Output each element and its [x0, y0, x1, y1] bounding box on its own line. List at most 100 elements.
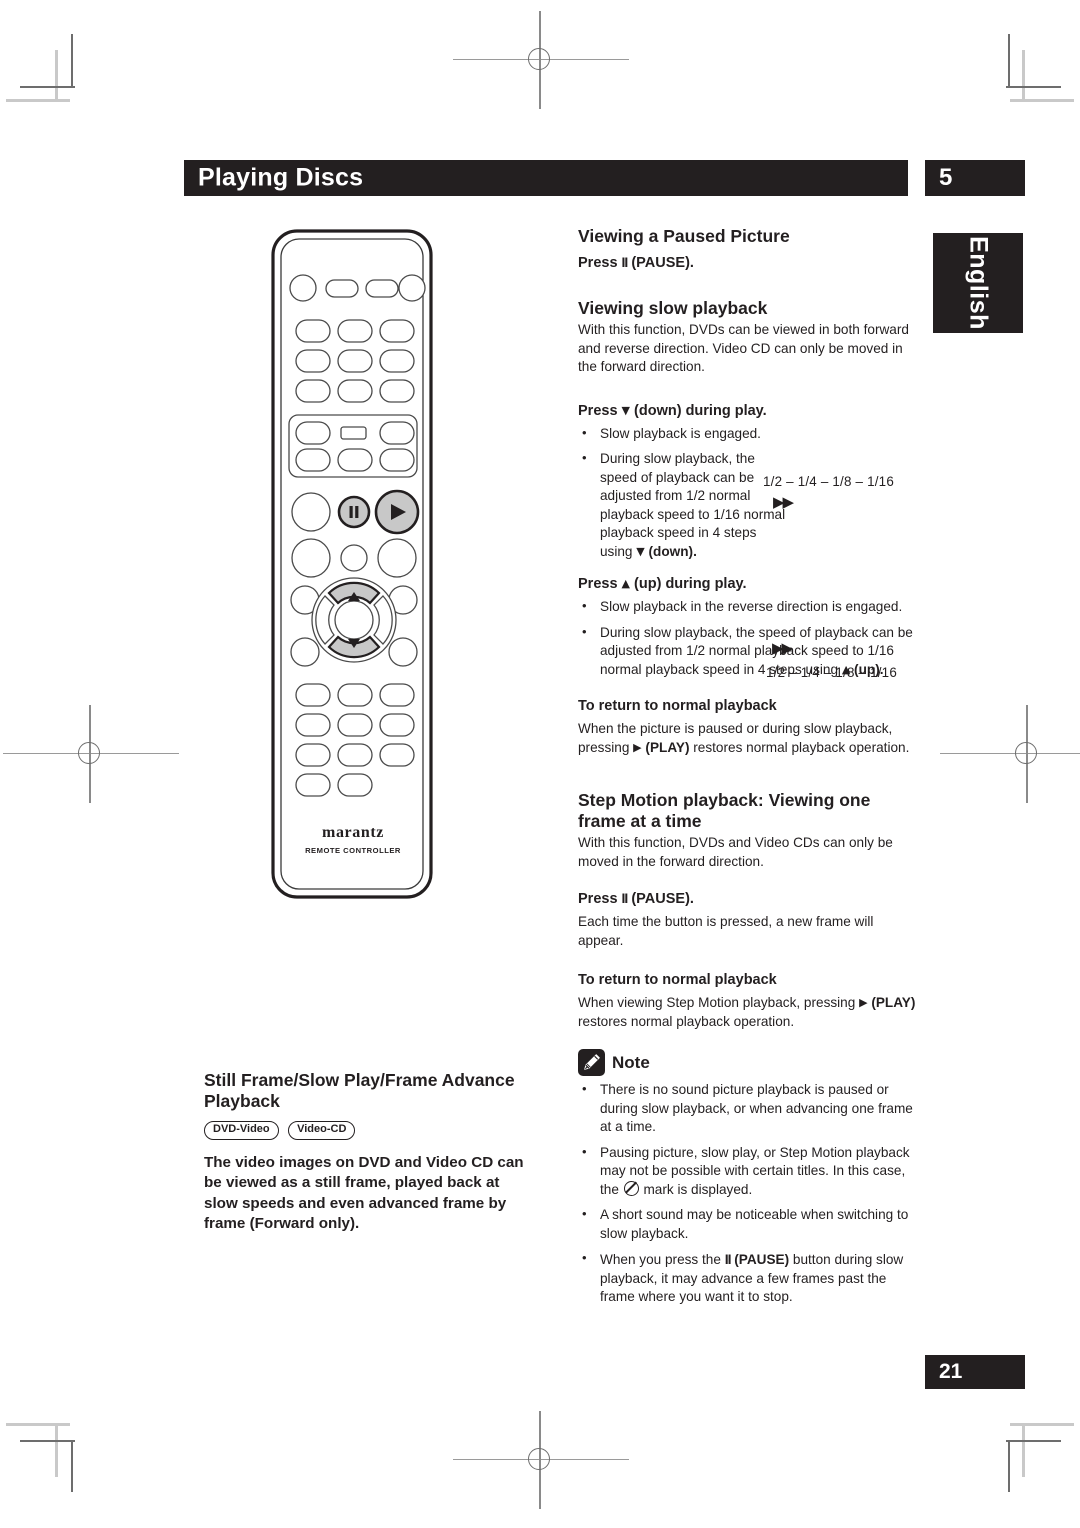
list-item: There is no sound picture playback is pa…	[578, 1080, 918, 1136]
return-normal-1-text-c: restores normal playback operation.	[689, 739, 910, 755]
fast-forward-arrows-down: ▶▶	[773, 493, 794, 511]
crop-mark-bottom-right-h	[1010, 1423, 1074, 1426]
return-normal-2-text-a: When viewing Step Motion playback, press…	[578, 995, 860, 1011]
remote-control-illustration: marantz REMOTE CONTROLLER	[270, 228, 436, 900]
down-bullet-2-text-a: During slow playback, the speed of playb…	[600, 451, 786, 559]
still-frame-title-line1: Still Frame/Slow Play/Frame Advance	[204, 1070, 515, 1090]
press-down-suffix: (down) during play.	[630, 402, 767, 419]
press-down-heading: Press ▼ (down) during play.	[578, 402, 918, 420]
page-title: Playing Discs	[198, 163, 364, 192]
press-up-heading: Press ▲ (up) during play.	[578, 575, 918, 593]
step-motion-press-body: Each time the button is pressed, a new f…	[578, 914, 874, 948]
disc-type-badges: DVD-Video Video-CD	[204, 1119, 534, 1140]
press-down-bullets: Slow playback is engaged. During slow pl…	[578, 424, 918, 561]
note-bullet-4-text-a: When you press the	[600, 1252, 725, 1268]
trim-mark-bottom-right-h	[1006, 1440, 1061, 1442]
step-motion-body: With this function, DVDs and Video CDs c…	[578, 835, 893, 869]
triangle-down-icon: ▼	[621, 403, 631, 417]
step-motion-heading: Step Motion playback: Viewing one frame …	[578, 790, 918, 832]
press-label: Press	[578, 255, 622, 271]
press-down-prefix: Press	[578, 402, 622, 419]
return-normal-2-text-b: (PLAY)	[867, 995, 916, 1011]
registration-mark-left	[3, 705, 179, 803]
paused-picture-heading: Viewing a Paused Picture	[578, 226, 790, 246]
pause-glyph: II	[724, 1250, 732, 1267]
left-column-content: Still Frame/Slow Play/Frame Advance Play…	[204, 1070, 534, 1248]
down-speed-sequence: 1/2 – 1/4 – 1/8 – 1/16	[763, 474, 894, 489]
still-frame-section-title: Still Frame/Slow Play/Frame Advance Play…	[204, 1070, 534, 1112]
note-block-header: Note	[578, 1049, 918, 1077]
crop-mark-top-left-v	[55, 50, 58, 102]
list-item: Pausing picture, slow play, or Step Moti…	[578, 1143, 918, 1199]
language-tab: English	[933, 233, 1023, 333]
still-frame-intro-paragraph: The video images on DVD and Video CD can…	[204, 1153, 524, 1233]
step-motion-press-prefix: Press	[578, 891, 622, 908]
pencil-icon	[578, 1049, 605, 1077]
slow-playback-body: With this function, DVDs can be viewed i…	[578, 322, 909, 375]
trim-mark-top-right-v	[1008, 34, 1010, 87]
step-motion-title-line1: Step Motion playback: Viewing one	[578, 790, 871, 811]
remote-brand-logo: marantz	[322, 824, 384, 841]
registration-mark-top	[453, 11, 629, 109]
trim-mark-bottom-right-v	[1008, 1440, 1010, 1492]
step-motion-press-heading: Press II (PAUSE).	[578, 890, 918, 908]
chapter-number: 5	[939, 164, 953, 191]
page-number-badge: 21	[925, 1355, 1025, 1389]
triangle-down-icon: ▼	[636, 544, 645, 558]
press-up-prefix: Press	[578, 576, 622, 593]
list-item: A short sound may be noticeable when swi…	[578, 1205, 918, 1243]
list-item: When you press the II (PAUSE) button dur…	[578, 1249, 918, 1306]
page-header-bar: Playing Discs	[184, 160, 908, 196]
slow-playback-heading: Viewing slow playback	[578, 298, 768, 319]
crop-mark-top-right-v	[1022, 50, 1025, 102]
press-up-suffix: (up) during play.	[630, 576, 747, 593]
list-item: Slow playback is engaged.	[578, 424, 918, 443]
return-normal-1-text-b: (PLAY)	[641, 739, 690, 755]
triangle-right-icon: ▶	[859, 996, 868, 1010]
trim-mark-bottom-left-h	[20, 1440, 75, 1442]
down-bullet-2-text-b: (down).	[644, 543, 697, 559]
triangle-up-icon: ▲	[621, 577, 631, 591]
crop-mark-bottom-left-h	[6, 1423, 70, 1426]
manual-page: Playing Discs 5 English marantz REMOTE C…	[0, 0, 1080, 1528]
fast-forward-arrows-up: ▶▶	[772, 639, 793, 657]
pause-instruction-suffix: (PAUSE).	[627, 255, 694, 271]
remote-pause-button	[337, 495, 371, 529]
return-normal-heading-2: To return to normal playback	[578, 972, 777, 989]
return-normal-2-text-c: restores normal playback operation.	[578, 1013, 795, 1029]
paused-picture-instruction: Press II (PAUSE).	[578, 254, 918, 272]
page-number: 21	[939, 1360, 963, 1383]
crop-mark-top-left-h	[6, 99, 70, 102]
return-normal-body-2: When viewing Step Motion playback, press…	[578, 994, 918, 1031]
crop-mark-top-right-h	[1010, 99, 1074, 102]
language-tab-label: English	[964, 236, 993, 330]
trim-mark-bottom-left-v	[71, 1440, 73, 1492]
pause-glyph: II	[621, 253, 629, 270]
triangle-right-icon: ▶	[633, 740, 642, 754]
note-bullets: There is no sound picture playback is pa…	[578, 1080, 918, 1306]
crop-mark-bottom-left-v	[55, 1425, 58, 1477]
chapter-number-badge: 5	[925, 160, 1025, 196]
badge-video-cd: Video-CD	[288, 1121, 356, 1140]
trim-mark-top-left-h	[20, 86, 75, 88]
badge-dvd-video: DVD-Video	[204, 1121, 279, 1140]
registration-mark-bottom	[453, 1411, 629, 1509]
return-normal-body-1: When the picture is paused or during slo…	[578, 720, 918, 757]
list-item: During slow playback, the speed of playb…	[578, 449, 792, 561]
crop-mark-bottom-right-v	[1022, 1425, 1025, 1477]
note-bullet-2-text-b: mark is displayed.	[639, 1181, 753, 1197]
note-label: Note	[612, 1052, 650, 1072]
trim-mark-top-right-h	[1006, 86, 1061, 88]
return-normal-heading-1: To return to normal playback	[578, 698, 777, 715]
up-speed-sequence: 1/2 – 1/4 – 1/8 – 1/16	[766, 665, 897, 680]
remote-play-button	[374, 489, 420, 535]
step-motion-title-line2: frame at a time	[578, 811, 702, 832]
list-item: Slow playback in the reverse direction i…	[578, 597, 918, 616]
step-motion-press-suffix: (PAUSE).	[627, 891, 694, 908]
remote-caption: REMOTE CONTROLLER	[305, 846, 401, 855]
registration-mark-right	[940, 705, 1080, 803]
right-column-content: Viewing a Paused Picture Press II (PAUSE…	[578, 226, 918, 1317]
pause-glyph: II	[621, 889, 629, 906]
still-frame-title-line2: Playback	[204, 1091, 280, 1111]
trim-mark-top-left-v	[71, 34, 73, 87]
